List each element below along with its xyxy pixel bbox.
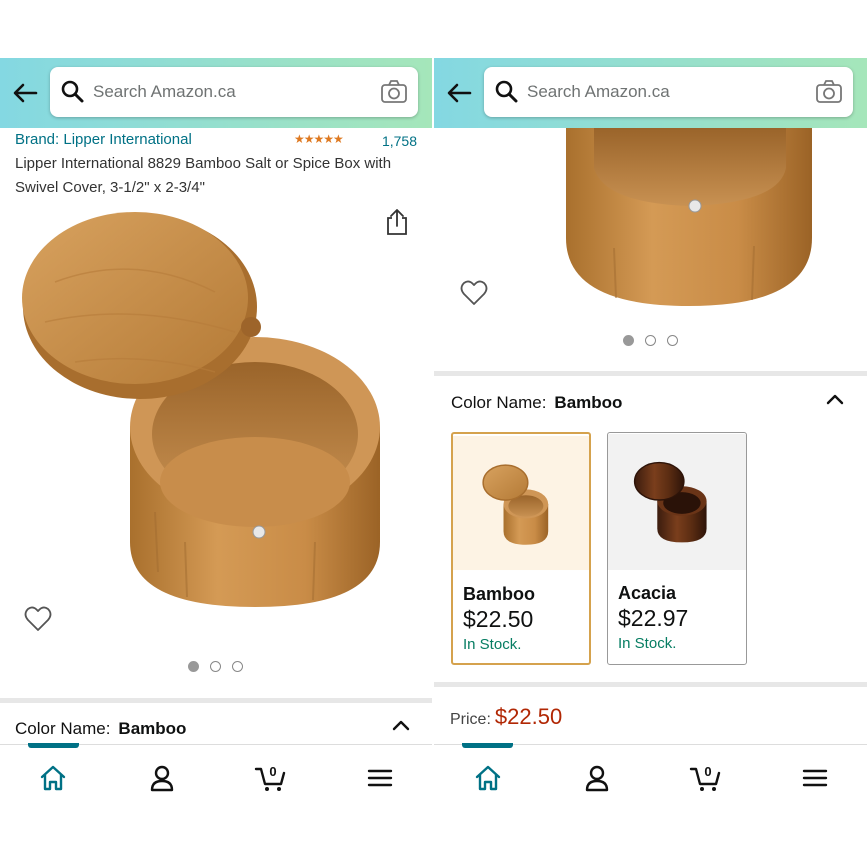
- brand-link[interactable]: Brand: Lipper International: [15, 131, 192, 148]
- section-divider: [0, 698, 432, 703]
- product-screen-left: Search Amazon.ca Brand: Lipper Internati…: [0, 0, 432, 867]
- product-title: Lipper International 8829 Bamboo Salt or…: [15, 155, 392, 196]
- acacia-thumbnail: [608, 433, 746, 571]
- carousel-dot-2[interactable]: [645, 335, 656, 346]
- chevron-up-icon[interactable]: [391, 718, 411, 732]
- search-placeholder: Search Amazon.ca: [93, 82, 236, 101]
- search-header: Search Amazon.ca: [0, 58, 432, 128]
- cart-icon[interactable]: 0: [254, 763, 288, 793]
- section-divider: [434, 371, 867, 376]
- camera-icon[interactable]: [380, 79, 408, 105]
- carousel-dot-3[interactable]: [232, 661, 243, 672]
- camera-icon[interactable]: [815, 79, 843, 105]
- heart-icon[interactable]: [460, 280, 488, 306]
- price-row: Price: $22.50: [450, 704, 562, 730]
- price-label: Price:: [450, 711, 491, 728]
- option-stock: In Stock.: [463, 636, 522, 653]
- search-header: Search Amazon.ca: [434, 58, 867, 128]
- color-name-row[interactable]: Color Name: Bamboo: [451, 393, 846, 417]
- arrow-left-icon[interactable]: [10, 78, 40, 108]
- color-name-value: Bamboo: [118, 719, 187, 738]
- bamboo-thumbnail: [453, 435, 589, 571]
- color-option-acacia[interactable]: Acacia $22.97 In Stock.: [607, 432, 747, 665]
- account-icon[interactable]: [582, 763, 612, 793]
- search-placeholder: Search Amazon.ca: [527, 82, 670, 101]
- cart-icon[interactable]: 0: [689, 763, 723, 793]
- active-tab-indicator: [462, 743, 513, 748]
- product-image[interactable]: [554, 128, 824, 308]
- arrow-left-icon[interactable]: [444, 78, 474, 108]
- account-icon[interactable]: [147, 763, 177, 793]
- option-name: Acacia: [618, 583, 677, 603]
- option-price: $22.97: [618, 605, 689, 631]
- option-stock: In Stock.: [618, 635, 677, 652]
- product-screen-right: Color Name: Bamboo Bamboo $22.50 In Stock…: [434, 0, 867, 867]
- carousel-dot-1[interactable]: [623, 335, 634, 346]
- option-price: $22.50: [463, 606, 534, 632]
- menu-icon[interactable]: [365, 763, 395, 793]
- color-name-value: Bamboo: [554, 393, 623, 412]
- carousel-dots: [623, 335, 678, 347]
- carousel-dot-2[interactable]: [210, 661, 221, 672]
- carousel-dot-3[interactable]: [667, 335, 678, 346]
- search-icon: [61, 80, 84, 103]
- product-image[interactable]: [15, 212, 395, 607]
- color-name-label: Color Name:: [451, 393, 547, 412]
- bottom-nav: 0: [0, 743, 432, 812]
- review-count[interactable]: 1,758: [382, 133, 417, 149]
- search-icon: [495, 80, 518, 103]
- search-input[interactable]: Search Amazon.ca: [484, 67, 853, 117]
- bottom-nav: 0: [434, 743, 867, 812]
- price-value: $22.50: [494, 704, 563, 729]
- color-name-row[interactable]: Color Name: Bamboo: [15, 719, 410, 743]
- brand-rating-row: Brand: Lipper International ★★★★★ 1,758: [15, 131, 417, 151]
- section-divider: [434, 682, 867, 687]
- color-option-bamboo[interactable]: Bamboo $22.50 In Stock.: [451, 432, 591, 665]
- heart-icon[interactable]: [24, 606, 52, 632]
- menu-icon[interactable]: [800, 763, 830, 793]
- active-tab-indicator: [28, 743, 79, 748]
- cart-count: 0: [269, 764, 276, 779]
- search-input[interactable]: Search Amazon.ca: [50, 67, 418, 117]
- color-name-label: Color Name:: [15, 719, 111, 738]
- star-rating[interactable]: ★★★★★: [294, 132, 344, 146]
- home-icon[interactable]: [38, 763, 68, 793]
- chevron-up-icon[interactable]: [825, 392, 845, 406]
- carousel-dot-1[interactable]: [188, 661, 199, 672]
- carousel-dots: [188, 661, 243, 673]
- option-name: Bamboo: [463, 584, 535, 604]
- cart-count: 0: [704, 764, 711, 779]
- home-icon[interactable]: [473, 763, 503, 793]
